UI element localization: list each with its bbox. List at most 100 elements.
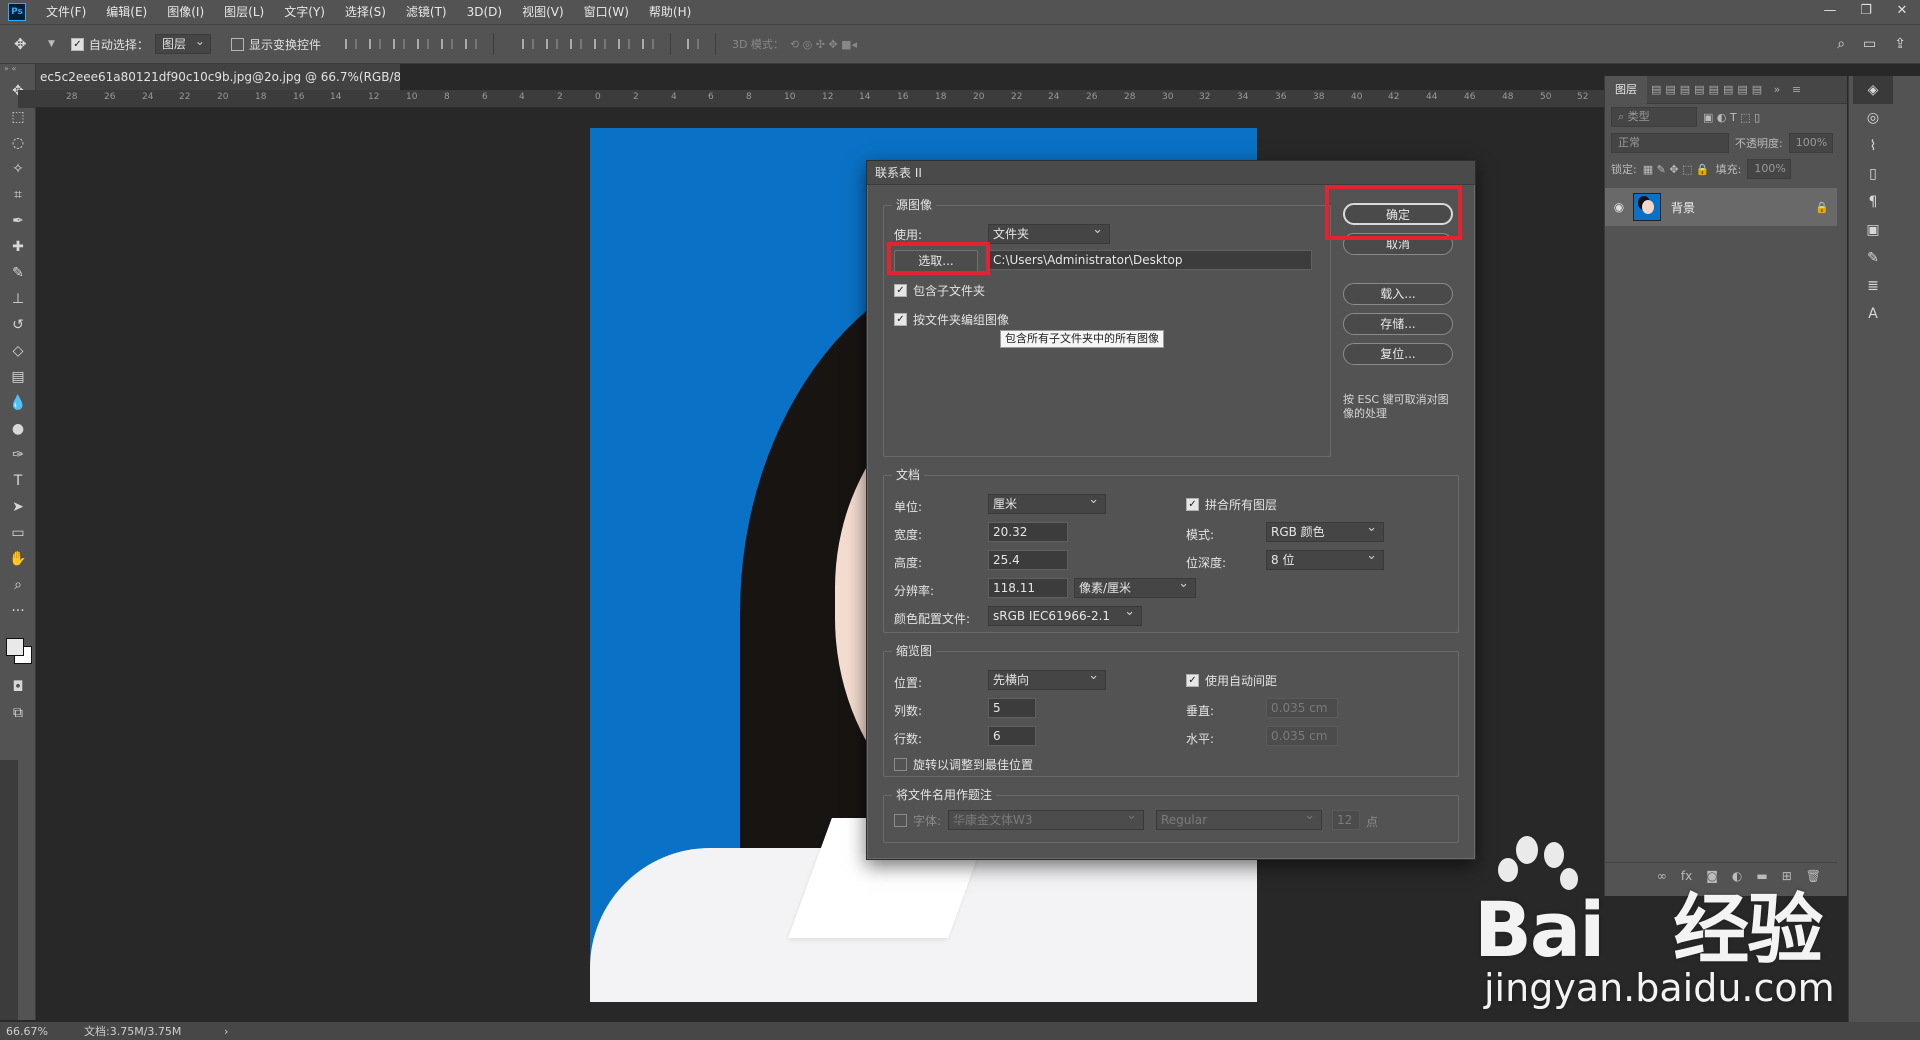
- height-field[interactable]: 25.4: [988, 550, 1068, 570]
- document-tab[interactable]: ec5c2eee61a80121df90c10c9b.jpg@2o.jpg @ …: [36, 64, 400, 90]
- brushes-icon[interactable]: ✎: [1853, 244, 1893, 272]
- choose-button[interactable]: 选取...: [894, 250, 978, 272]
- source-path-field[interactable]: C:\Users\Administrator\Desktop: [988, 250, 1312, 270]
- flatten-layers-checkbox[interactable]: ✓ 拼合所有图层: [1186, 496, 1277, 513]
- chevron-down-icon[interactable]: ▼: [48, 39, 55, 49]
- align-right-icon[interactable]: [459, 34, 483, 54]
- include-subfolders-checkbox[interactable]: ✓ 包含子文件夹: [894, 282, 985, 299]
- character-icon[interactable]: A: [1853, 300, 1893, 328]
- healing-brush-tool-icon[interactable]: ✚: [0, 234, 36, 260]
- screen-mode-icon[interactable]: ⧉: [0, 700, 36, 726]
- units-dropdown[interactable]: 厘米: [988, 494, 1106, 514]
- fx-icon[interactable]: fx: [1681, 869, 1692, 883]
- collapse-toolbar-icon[interactable]: » «: [0, 64, 35, 78]
- paths-icon[interactable]: ⌇: [1853, 132, 1893, 160]
- minimize-button[interactable]: —: [1812, 0, 1848, 24]
- menu-3d[interactable]: 3D(D): [457, 0, 512, 24]
- status-menu-arrow[interactable]: ›: [224, 1025, 228, 1038]
- font-checkbox[interactable]: 字体:: [894, 812, 941, 829]
- lock-icon[interactable]: 🔒: [1815, 201, 1837, 214]
- libraries-icon[interactable]: ▣: [1853, 216, 1893, 244]
- align-bottom-icon[interactable]: [387, 34, 411, 54]
- blend-mode-dropdown[interactable]: 正常: [1611, 133, 1729, 153]
- distribute-vcenter-icon[interactable]: [540, 34, 564, 54]
- distribute-left-icon[interactable]: [588, 34, 612, 54]
- share-icon[interactable]: ⇪: [1894, 36, 1906, 52]
- fill-field[interactable]: 100%: [1747, 159, 1792, 179]
- opacity-field[interactable]: 100%: [1788, 133, 1833, 153]
- history-icon[interactable]: ▯: [1853, 160, 1893, 188]
- delete-layer-icon[interactable]: 🗑: [1806, 869, 1821, 883]
- auto-align-icon[interactable]: [681, 34, 705, 54]
- layers-panel-icon[interactable]: ◈: [1853, 76, 1893, 104]
- menu-file[interactable]: 文件(F): [36, 0, 96, 24]
- eraser-tool-icon[interactable]: ◇: [0, 338, 36, 364]
- menu-select[interactable]: 选择(S): [335, 0, 396, 24]
- align-top-icon[interactable]: [339, 34, 363, 54]
- eyedropper-tool-icon[interactable]: ✒: [0, 208, 36, 234]
- gradient-tool-icon[interactable]: ▤: [0, 364, 36, 390]
- panel-tab-icons[interactable]: ▤▤▤▤▤▤▤▤ » ≡: [1651, 83, 1805, 96]
- mode-dropdown[interactable]: RGB 颜色: [1266, 522, 1384, 542]
- path-selection-tool-icon[interactable]: ➤: [0, 494, 36, 520]
- use-dropdown[interactable]: 文件夹: [988, 224, 1110, 244]
- group-by-folder-checkbox[interactable]: ✓ 按文件夹编组图像: [894, 311, 1009, 328]
- auto-spacing-checkbox[interactable]: ✓ 使用自动间距: [1186, 672, 1277, 689]
- zoom-tool-icon[interactable]: ⌕: [0, 572, 36, 598]
- place-dropdown[interactable]: 先横向: [988, 670, 1106, 690]
- resolution-unit-dropdown[interactable]: 像素/厘米: [1074, 578, 1196, 598]
- history-brush-tool-icon[interactable]: ↺: [0, 312, 36, 338]
- blur-tool-icon[interactable]: 💧: [0, 390, 36, 416]
- load-button[interactable]: 载入...: [1343, 283, 1453, 305]
- channels-icon[interactable]: ◎: [1853, 104, 1893, 132]
- save-settings-button[interactable]: 存储...: [1343, 313, 1453, 335]
- show-transform-checkbox[interactable]: [230, 37, 244, 51]
- clone-stamp-tool-icon[interactable]: ⊥: [0, 286, 36, 312]
- quick-mask-icon[interactable]: ◘: [0, 674, 36, 700]
- align-vcenter-icon[interactable]: [363, 34, 387, 54]
- resolution-field[interactable]: 118.11: [988, 578, 1068, 598]
- align-left-icon[interactable]: [411, 34, 435, 54]
- tab-layers[interactable]: 图层: [1605, 75, 1647, 104]
- auto-select-checkbox[interactable]: ✓: [70, 37, 84, 51]
- dodge-tool-icon[interactable]: ●: [0, 416, 36, 442]
- reset-button[interactable]: 复位...: [1343, 343, 1453, 365]
- new-group-icon[interactable]: ▬: [1756, 869, 1767, 883]
- lasso-tool-icon[interactable]: ◌: [0, 130, 36, 156]
- columns-field[interactable]: 5: [988, 698, 1036, 718]
- menu-type[interactable]: 文字(Y): [274, 0, 335, 24]
- pen-tool-icon[interactable]: ✑: [0, 442, 36, 468]
- menu-view[interactable]: 视图(V): [512, 0, 574, 24]
- foreground-color-swatch[interactable]: [6, 638, 24, 656]
- menu-layer[interactable]: 图层(L): [214, 0, 274, 24]
- close-window-button[interactable]: ✕: [1884, 0, 1920, 24]
- paragraph-icon[interactable]: ¶: [1853, 188, 1893, 216]
- distribute-right-icon[interactable]: [636, 34, 660, 54]
- width-field[interactable]: 20.32: [988, 522, 1068, 542]
- color-profile-dropdown[interactable]: sRGB IEC61966-2.1: [988, 606, 1142, 626]
- menu-filter[interactable]: 滤镜(T): [396, 0, 457, 24]
- menu-image[interactable]: 图像(I): [157, 0, 214, 24]
- adjustment-layer-icon[interactable]: ◐: [1732, 869, 1742, 883]
- rectangle-tool-icon[interactable]: ▭: [0, 520, 36, 546]
- zoom-level[interactable]: 66.67%: [0, 1025, 84, 1038]
- auto-select-target-dropdown[interactable]: 图层: [154, 32, 211, 54]
- type-tool-icon[interactable]: T: [0, 468, 36, 494]
- magic-wand-tool-icon[interactable]: ✧: [0, 156, 36, 182]
- new-layer-icon[interactable]: ⊞: [1782, 869, 1792, 883]
- move-tool-preset-icon[interactable]: ✥: [14, 30, 48, 58]
- rotate-checkbox[interactable]: 旋转以调整到最佳位置: [894, 756, 1033, 773]
- restore-button[interactable]: ❐: [1848, 0, 1884, 24]
- workspace-icon[interactable]: ▭: [1863, 36, 1876, 52]
- properties-icon[interactable]: ≣: [1853, 272, 1893, 300]
- lock-icons[interactable]: ▦ ✎ ✥ ⬚ 🔒: [1643, 163, 1710, 176]
- layer-filter-icons[interactable]: ▣ ◐ T ⬚ ▯: [1703, 111, 1760, 124]
- crop-tool-icon[interactable]: ⌗: [0, 182, 36, 208]
- add-mask-icon[interactable]: ◙: [1706, 869, 1718, 883]
- distribute-hcenter-icon[interactable]: [612, 34, 636, 54]
- bit-depth-dropdown[interactable]: 8 位: [1266, 550, 1384, 570]
- link-layers-icon[interactable]: ∞: [1657, 869, 1667, 883]
- menu-edit[interactable]: 编辑(E): [96, 0, 157, 24]
- more-tools-icon[interactable]: ···: [0, 598, 36, 624]
- align-hcenter-icon[interactable]: [435, 34, 459, 54]
